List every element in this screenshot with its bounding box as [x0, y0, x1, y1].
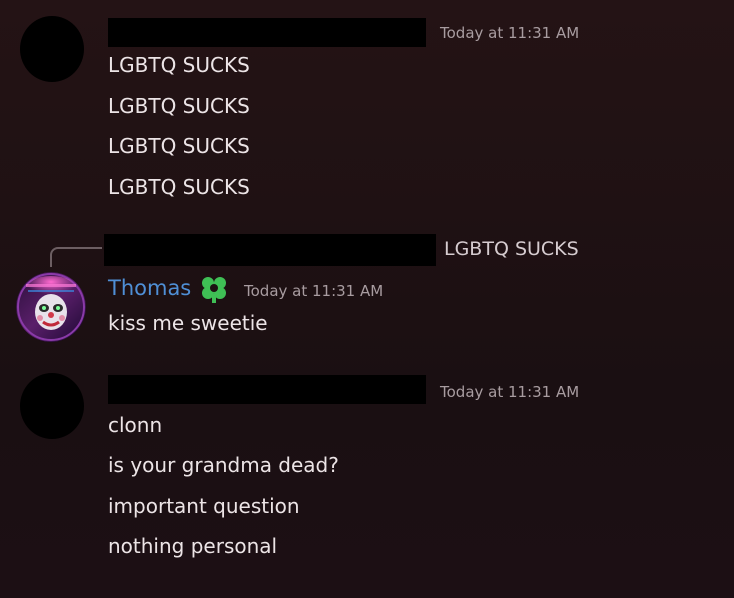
message-line: LGBTQ SUCKS	[108, 53, 250, 77]
username-thomas[interactable]: Thomas	[108, 276, 191, 300]
avatar-redacted[interactable]	[20, 16, 84, 82]
message-line: nothing personal	[108, 534, 278, 558]
message-line: is your grandma dead?	[108, 453, 339, 477]
message-line: kiss me sweetie	[108, 311, 268, 335]
avatar-redacted[interactable]	[20, 373, 84, 439]
message-line: LGBTQ SUCKS	[108, 175, 250, 199]
flower-badge-icon[interactable]	[198, 274, 230, 304]
message-line: important question	[108, 494, 300, 518]
reply-preview-text[interactable]: LGBTQ SUCKS	[444, 238, 579, 260]
message-timestamp: Today at 11:31 AM	[440, 383, 580, 401]
message-line: LGBTQ SUCKS	[108, 134, 250, 158]
username-redacted[interactable]	[108, 375, 426, 404]
chat-view: { "messages": [ { "timestamp": "Today at…	[0, 0, 734, 598]
message-timestamp: Today at 11:31 AM	[244, 282, 384, 300]
username-redacted[interactable]	[108, 18, 426, 47]
avatar-thomas-image	[16, 272, 86, 342]
message-line: clonn	[108, 413, 163, 437]
message-line: LGBTQ SUCKS	[108, 94, 250, 118]
reply-connector	[50, 247, 102, 267]
reply-author-redacted[interactable]	[104, 234, 436, 266]
message-timestamp: Today at 11:31 AM	[440, 24, 580, 42]
avatar-thomas[interactable]	[16, 272, 86, 342]
